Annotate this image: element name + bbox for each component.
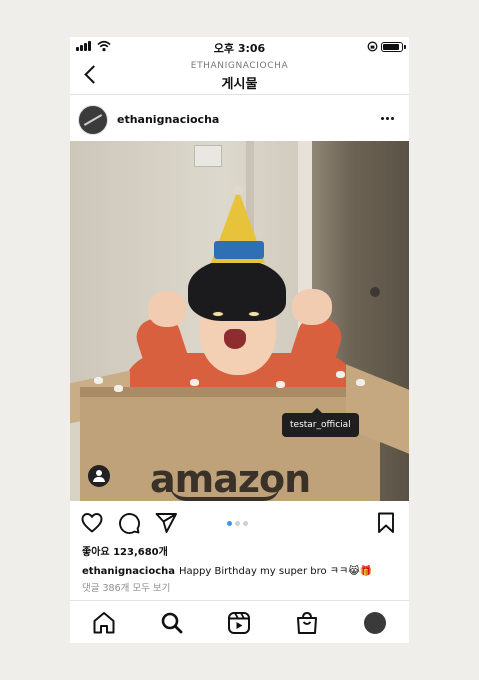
battery-level: [383, 44, 400, 50]
character-mouth: [224, 329, 246, 349]
door-knob: [370, 287, 380, 297]
send-icon[interactable]: [154, 511, 178, 535]
battery-icon: [381, 42, 406, 52]
profile-avatar[interactable]: [364, 612, 386, 634]
light-switch: [194, 145, 222, 167]
photo-tag[interactable]: testar_official: [282, 408, 359, 437]
caption-username[interactable]: ethanignaciocha: [82, 566, 175, 577]
post-username[interactable]: ethanignaciocha: [117, 113, 219, 126]
avatar[interactable]: [78, 105, 108, 135]
packing-peanut: [336, 371, 345, 378]
packing-peanut: [94, 377, 103, 384]
view-comments-link[interactable]: 댓글 386개 모두 보기: [82, 580, 170, 594]
party-hat-pom: [233, 185, 243, 195]
carousel-dot: [235, 521, 240, 526]
status-time: 오후 3:06: [213, 42, 266, 55]
box-edge: [80, 387, 380, 397]
header-username: ETHANIGNACIOCHA: [190, 61, 289, 71]
ellipsis-icon: [381, 117, 384, 120]
character-hair: [188, 259, 286, 321]
more-options-button[interactable]: [381, 117, 394, 120]
carousel-indicator: [227, 521, 248, 526]
top-header: ETHANIGNACIOCHA 게시물: [70, 57, 409, 95]
bookmark-icon[interactable]: [374, 511, 398, 535]
reels-icon[interactable]: [226, 610, 252, 636]
packing-peanut: [276, 381, 285, 388]
character-eye-left: [212, 311, 224, 317]
party-hat-decoration: [214, 241, 264, 259]
box-smile-logo: [170, 485, 280, 501]
search-icon[interactable]: [159, 610, 185, 636]
shop-icon[interactable]: [294, 610, 320, 636]
character-eye-right: [248, 311, 260, 317]
character-hand-right: [292, 289, 332, 325]
carousel-dot: [243, 521, 248, 526]
carousel-dot: [227, 521, 232, 526]
packing-peanut: [190, 379, 199, 386]
like-count[interactable]: 좋아요 123,680개: [82, 543, 168, 558]
phone-screen: 오후 3:06 ETHANIGNACIOCHA 게시물 ethanignacio…: [70, 37, 409, 643]
bottom-nav: [70, 600, 409, 643]
orientation-lock-icon: [367, 41, 378, 52]
packing-peanut: [356, 379, 365, 386]
home-icon[interactable]: [91, 610, 117, 636]
character-hand-left: [148, 291, 186, 327]
page-title: 게시물: [221, 77, 258, 92]
heart-icon[interactable]: [80, 511, 104, 535]
comment-icon[interactable]: [117, 511, 141, 535]
caption-text: Happy Birthday my super bro ㅋㅋ😹🎁: [179, 566, 373, 577]
post-actions: [70, 505, 409, 539]
packing-peanut: [114, 385, 123, 392]
status-bar: 오후 3:06: [70, 37, 409, 57]
user-tag-icon[interactable]: [88, 465, 110, 487]
post-header: ethanignaciocha: [70, 97, 409, 141]
caption: ethanignaciocha Happy Birthday my super b…: [82, 562, 372, 577]
post-image[interactable]: amazon testar_official: [70, 141, 409, 501]
